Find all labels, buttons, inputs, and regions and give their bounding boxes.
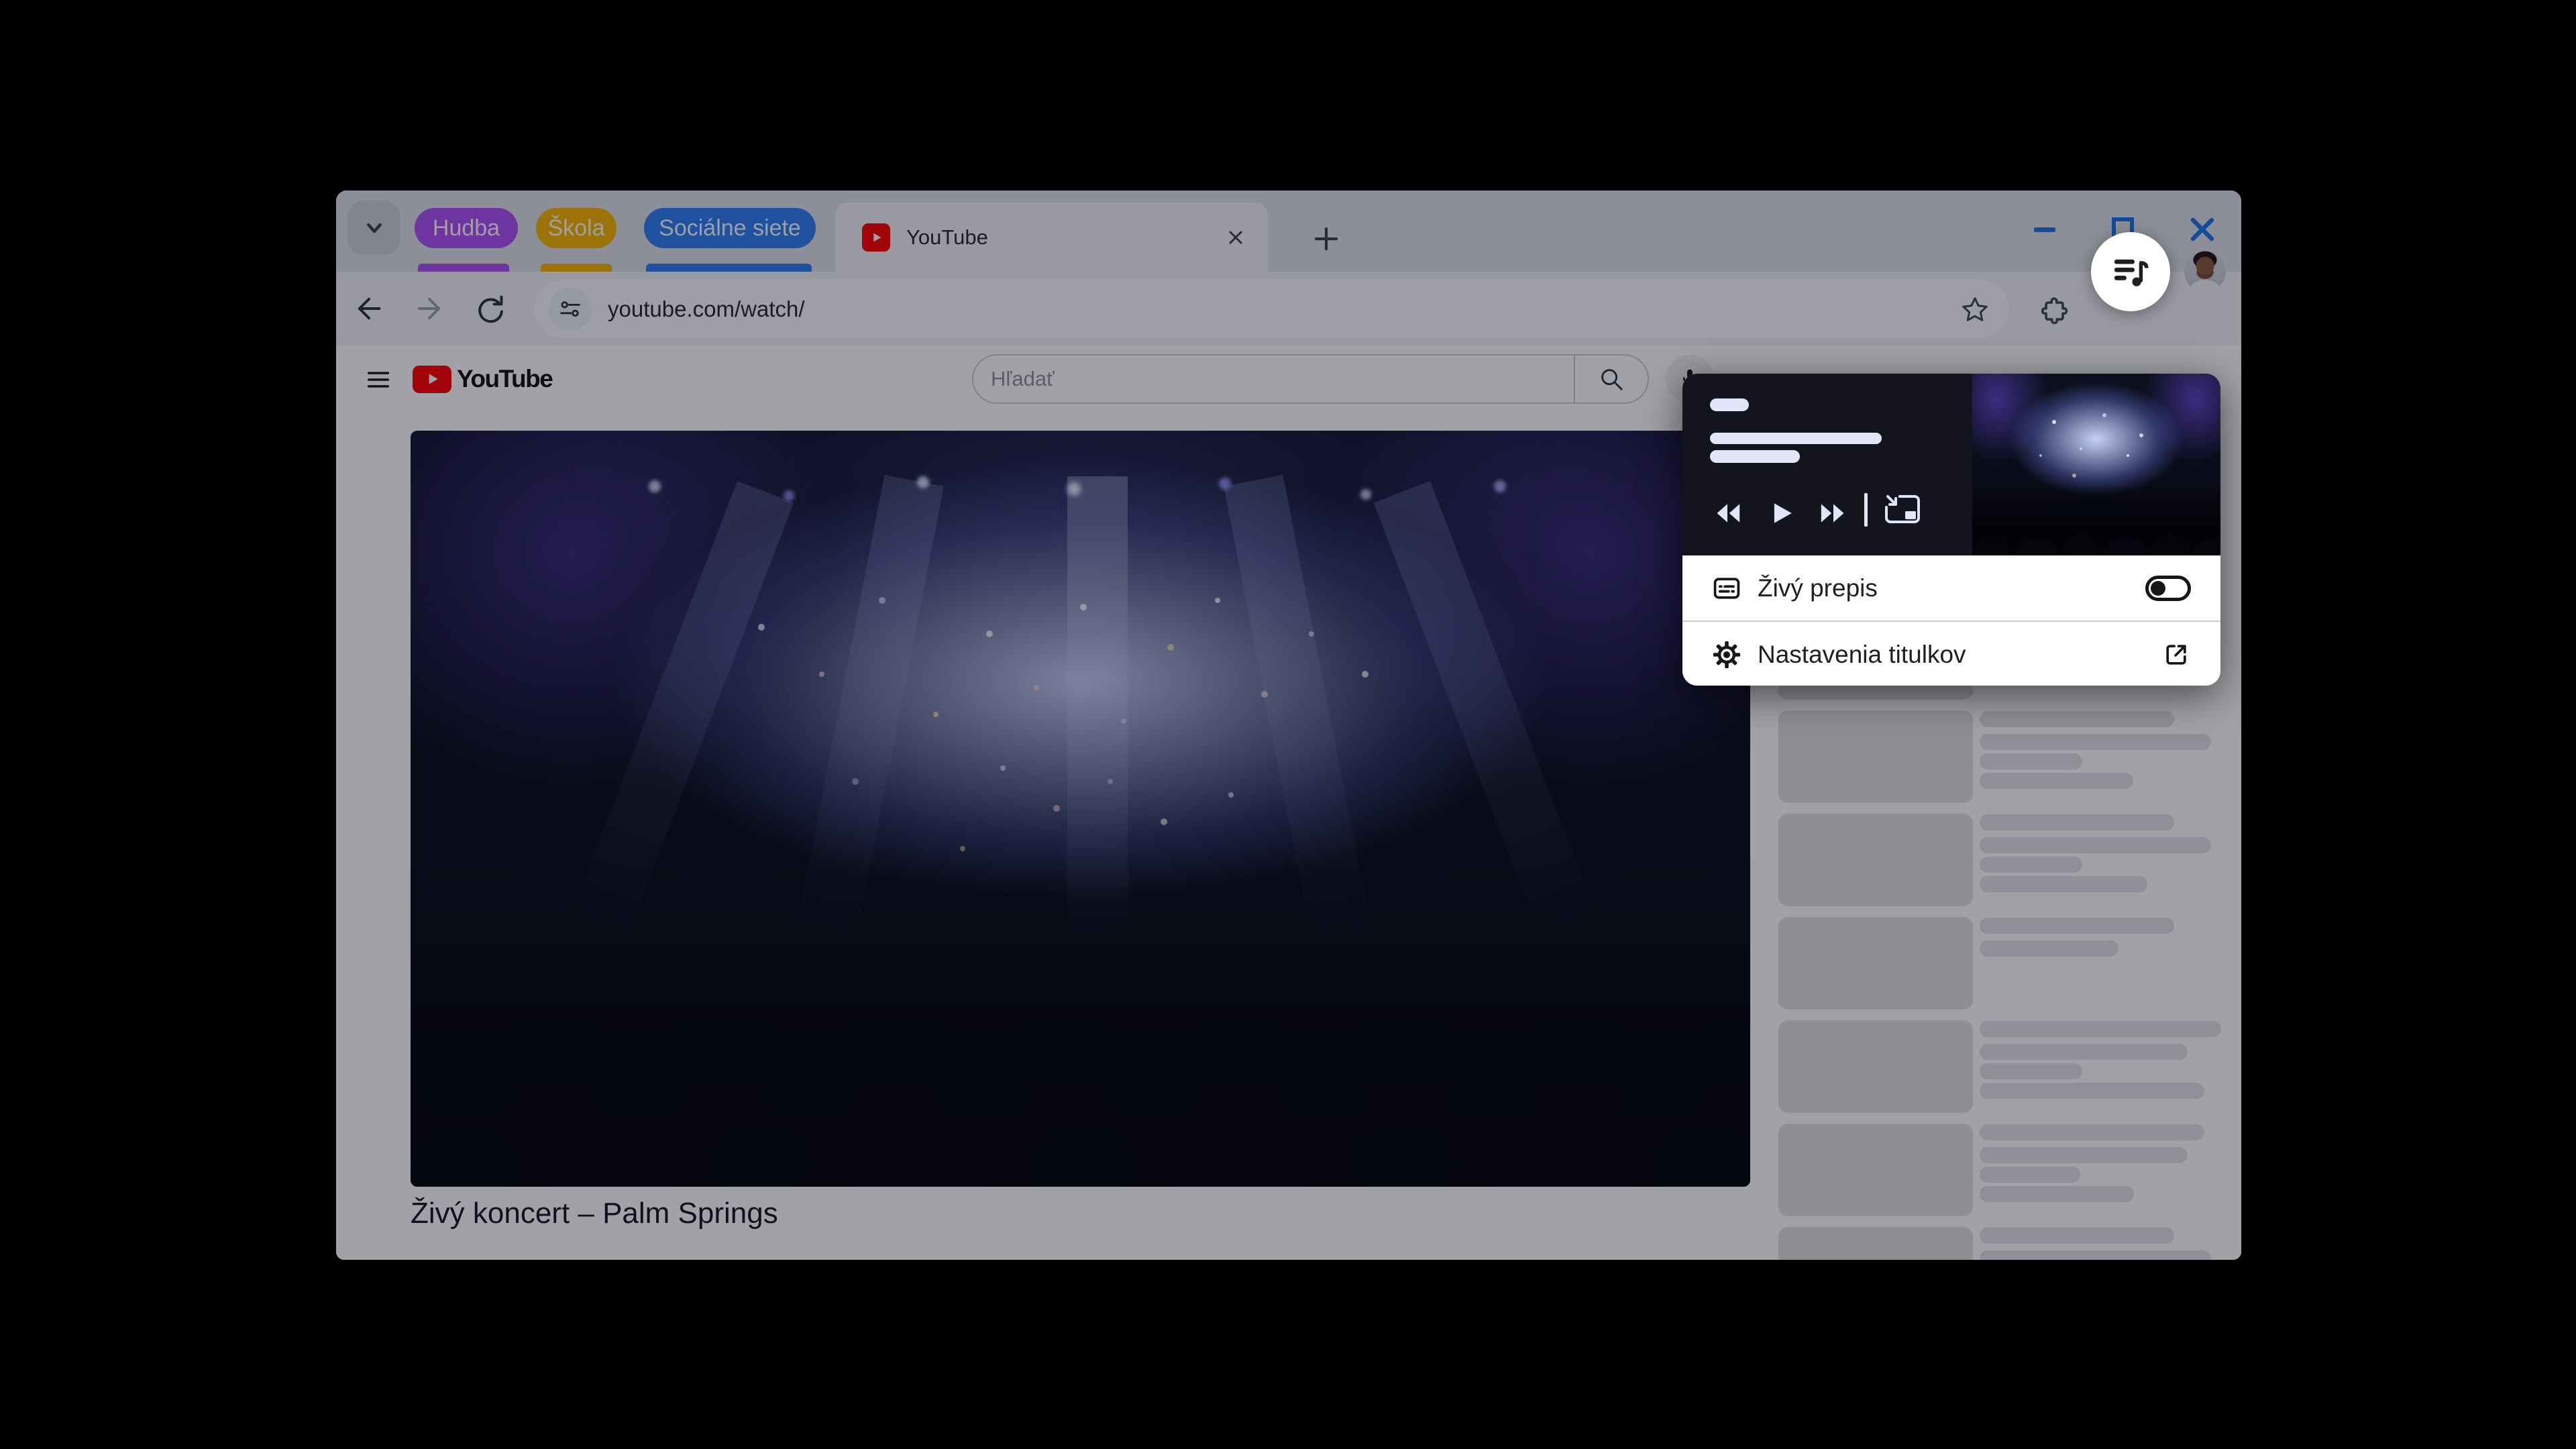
browser-window: Hudba Škola Sociálne siete YouTube <box>336 191 2241 1260</box>
open-in-new-icon <box>2161 640 2191 669</box>
playlist-music-icon <box>2111 252 2150 291</box>
pip-enter-icon <box>1884 494 1921 525</box>
live-caption-icon <box>1712 574 1741 603</box>
caption-settings-row[interactable]: Nastavenia titulkov <box>1682 622 2220 686</box>
media-title-placeholder <box>1710 433 1882 444</box>
play-button[interactable] <box>1768 498 1797 528</box>
media-session-card <box>1682 374 2220 555</box>
play-icon <box>1770 500 1795 527</box>
toggle-knob <box>2151 581 2165 596</box>
caption-settings-label: Nastavenia titulkov <box>1758 641 2161 669</box>
live-transcript-row[interactable]: Živý prepis <box>1682 555 2220 621</box>
feature-highlight-scrim <box>336 191 2241 1260</box>
media-thumbnail <box>1972 374 2220 555</box>
media-source-placeholder <box>1710 398 1749 411</box>
rewind-icon <box>1713 500 1742 527</box>
picture-in-picture-button[interactable] <box>1884 494 1921 525</box>
confetti <box>1972 374 1975 376</box>
gear-icon <box>1712 640 1741 669</box>
crowd-silhouette <box>1972 483 2220 555</box>
controls-divider <box>1864 493 1868 527</box>
fast-forward-icon <box>1819 500 1848 527</box>
media-controls-button[interactable] <box>2091 232 2170 311</box>
live-transcript-toggle[interactable] <box>2145 576 2191 601</box>
media-artist-placeholder <box>1710 450 1800 463</box>
fast-forward-button[interactable] <box>1819 498 1848 528</box>
live-transcript-label: Živý prepis <box>1758 574 2145 602</box>
previous-track-button[interactable] <box>1713 498 1742 528</box>
media-controls-popup: Živý prepis Na <box>1682 374 2220 686</box>
